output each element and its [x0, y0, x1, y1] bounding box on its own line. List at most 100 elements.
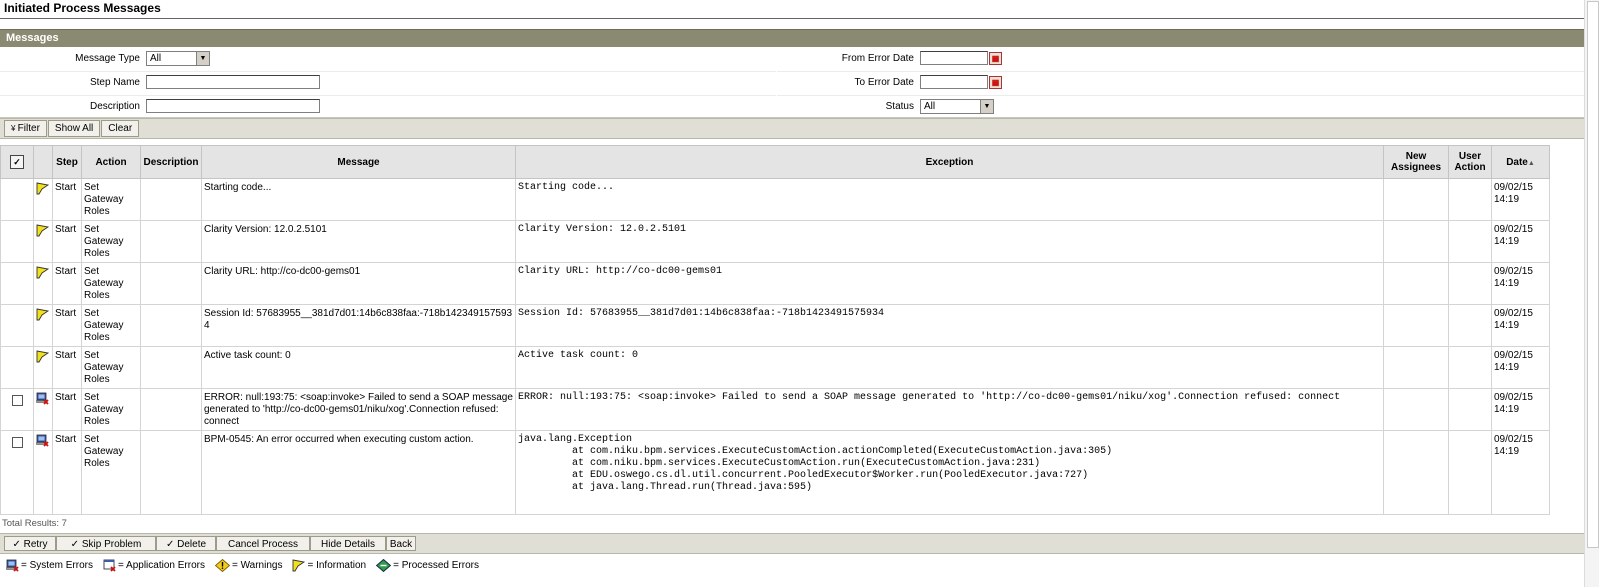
chevron-down-icon[interactable]: ▼	[196, 52, 209, 65]
row-message: Clarity Version: 12.0.2.5101	[201, 220, 516, 263]
filter-row-from-error-date: From Error Date ▦	[777, 47, 1584, 72]
row-new-assignees	[1383, 388, 1449, 431]
filter-panel: Message Type All ▼ Step Name Description…	[0, 47, 1584, 118]
information-flag-icon	[36, 350, 49, 363]
row-exception: Clarity Version: 12.0.2.5101	[515, 220, 1384, 263]
messages-section-header: Messages	[0, 29, 1584, 47]
row-step: Start	[52, 262, 82, 305]
table-row[interactable]: Start Set Gateway Roles Session Id: 5768…	[0, 304, 1550, 347]
back-button[interactable]: Back	[386, 536, 416, 551]
cancel-process-button[interactable]: Cancel Process	[216, 536, 310, 551]
skip-problem-button[interactable]: ✓ Skip Problem	[56, 536, 156, 551]
row-step: Start	[52, 178, 82, 221]
row-exception: java.lang.Exception at com.niku.bpm.serv…	[515, 430, 1384, 515]
retry-label: Retry	[23, 539, 48, 550]
vertical-scrollbar[interactable]	[1584, 0, 1599, 587]
column-header-exception[interactable]: Exception	[515, 145, 1384, 179]
step-name-input[interactable]	[146, 75, 320, 89]
retry-button[interactable]: ✓ Retry	[4, 536, 56, 551]
table-row[interactable]: Start Set Gateway Roles ERROR: null:193:…	[0, 388, 1550, 431]
message-type-select[interactable]: All ▼	[146, 51, 210, 66]
message-type-value: All	[150, 53, 162, 64]
row-checkbox-cell	[0, 178, 34, 221]
chevron-down-icon: ¥	[11, 124, 18, 133]
table-row[interactable]: Start Set Gateway Roles BPM-0545: An err…	[0, 430, 1550, 515]
application-error-icon	[103, 559, 116, 572]
delete-button[interactable]: ✓ Delete	[156, 536, 216, 551]
column-header-step[interactable]: Step	[52, 145, 82, 179]
row-new-assignees	[1383, 346, 1449, 389]
table-row[interactable]: Start Set Gateway Roles Active task coun…	[0, 346, 1550, 389]
row-message: Session Id: 57683955__381d7d01:14b6c838f…	[201, 304, 516, 347]
row-step: Start	[52, 304, 82, 347]
status-select[interactable]: All ▼	[920, 99, 994, 114]
legend-warnings-label: = Warnings	[231, 559, 283, 571]
status-label: Status	[885, 101, 914, 112]
table-row[interactable]: Start Set Gateway Roles Starting code...…	[0, 178, 1550, 221]
row-type-cell	[33, 388, 53, 431]
row-checkbox[interactable]	[11, 437, 23, 448]
chevron-down-icon[interactable]: ▼	[980, 100, 993, 113]
table-row[interactable]: Start Set Gateway Roles Clarity URL: htt…	[0, 262, 1550, 305]
table-row[interactable]: Start Set Gateway Roles Clarity Version:…	[0, 220, 1550, 263]
row-new-assignees	[1383, 430, 1449, 515]
filter-row-status: Status All ▼	[777, 95, 1584, 119]
row-type-cell	[33, 220, 53, 263]
calendar-icon[interactable]: ▦	[989, 52, 1002, 65]
to-error-date-input[interactable]	[920, 75, 988, 89]
calendar-icon[interactable]: ▦	[989, 76, 1002, 89]
column-header-date[interactable]: Date▲	[1491, 145, 1550, 179]
row-type-cell	[33, 178, 53, 221]
row-user-action	[1448, 262, 1492, 305]
row-date: 09/02/15 14:19	[1491, 304, 1550, 347]
row-message: Clarity URL: http://co-dc00-gems01	[201, 262, 516, 305]
status-value: All	[924, 101, 936, 112]
from-error-date-input[interactable]	[920, 51, 988, 65]
row-checkbox-cell	[0, 220, 34, 263]
information-flag-icon	[293, 558, 306, 571]
filter-button[interactable]: ¥ Filter	[4, 120, 47, 137]
date-header-label: Date	[1506, 156, 1528, 168]
row-exception: ERROR: null:193:75: <soap:invoke> Failed…	[515, 388, 1384, 431]
filter-button-label: Filter	[17, 123, 40, 134]
row-user-action	[1448, 388, 1492, 431]
row-message: Starting code...	[201, 178, 516, 221]
skip-problem-label: Skip Problem	[81, 539, 142, 550]
to-error-date-label: To Error Date	[854, 77, 914, 88]
system-error-icon	[36, 392, 49, 405]
column-header-action[interactable]: Action	[81, 145, 141, 179]
select-all-header[interactable]: ✓	[0, 145, 34, 179]
total-results: Total Results: 7	[2, 518, 67, 529]
row-checkbox-cell	[0, 262, 34, 305]
legend-application-errors-label: = Application Errors	[117, 559, 205, 571]
row-new-assignees	[1383, 178, 1449, 221]
column-header-description[interactable]: Description	[140, 145, 202, 179]
check-icon: ✓	[70, 539, 82, 550]
select-all-checkbox-icon[interactable]: ✓	[10, 155, 24, 169]
row-description	[140, 178, 202, 221]
check-icon: ✓	[165, 539, 178, 550]
hide-details-button[interactable]: Hide Details	[310, 536, 386, 551]
legend-system-errors: = System Errors	[6, 559, 93, 572]
check-icon: ✓	[12, 539, 24, 550]
column-header-message[interactable]: Message	[201, 145, 516, 179]
filter-row-description: Description	[0, 95, 776, 119]
row-step: Start	[52, 388, 82, 431]
clear-button[interactable]: Clear	[101, 120, 140, 137]
legend: = System Errors = Application Errors = W…	[0, 554, 1584, 576]
description-input[interactable]	[146, 99, 320, 113]
information-flag-icon	[36, 266, 49, 279]
from-error-date-label: From Error Date	[841, 53, 914, 64]
show-all-button[interactable]: Show All	[47, 120, 101, 137]
row-description	[140, 430, 202, 515]
row-checkbox[interactable]	[11, 395, 23, 406]
row-checkbox-cell	[0, 346, 34, 389]
row-exception: Session Id: 57683955__381d7d01:14b6c838f…	[515, 304, 1384, 347]
row-checkbox-cell	[0, 304, 34, 347]
row-user-action	[1448, 430, 1492, 515]
scrollbar-thumb[interactable]	[1587, 1, 1599, 548]
column-header-user-action[interactable]: User Action	[1448, 145, 1492, 179]
row-date: 09/02/15 14:19	[1491, 388, 1550, 431]
row-user-action	[1448, 220, 1492, 263]
column-header-new-assignees[interactable]: New Assignees	[1383, 145, 1449, 179]
